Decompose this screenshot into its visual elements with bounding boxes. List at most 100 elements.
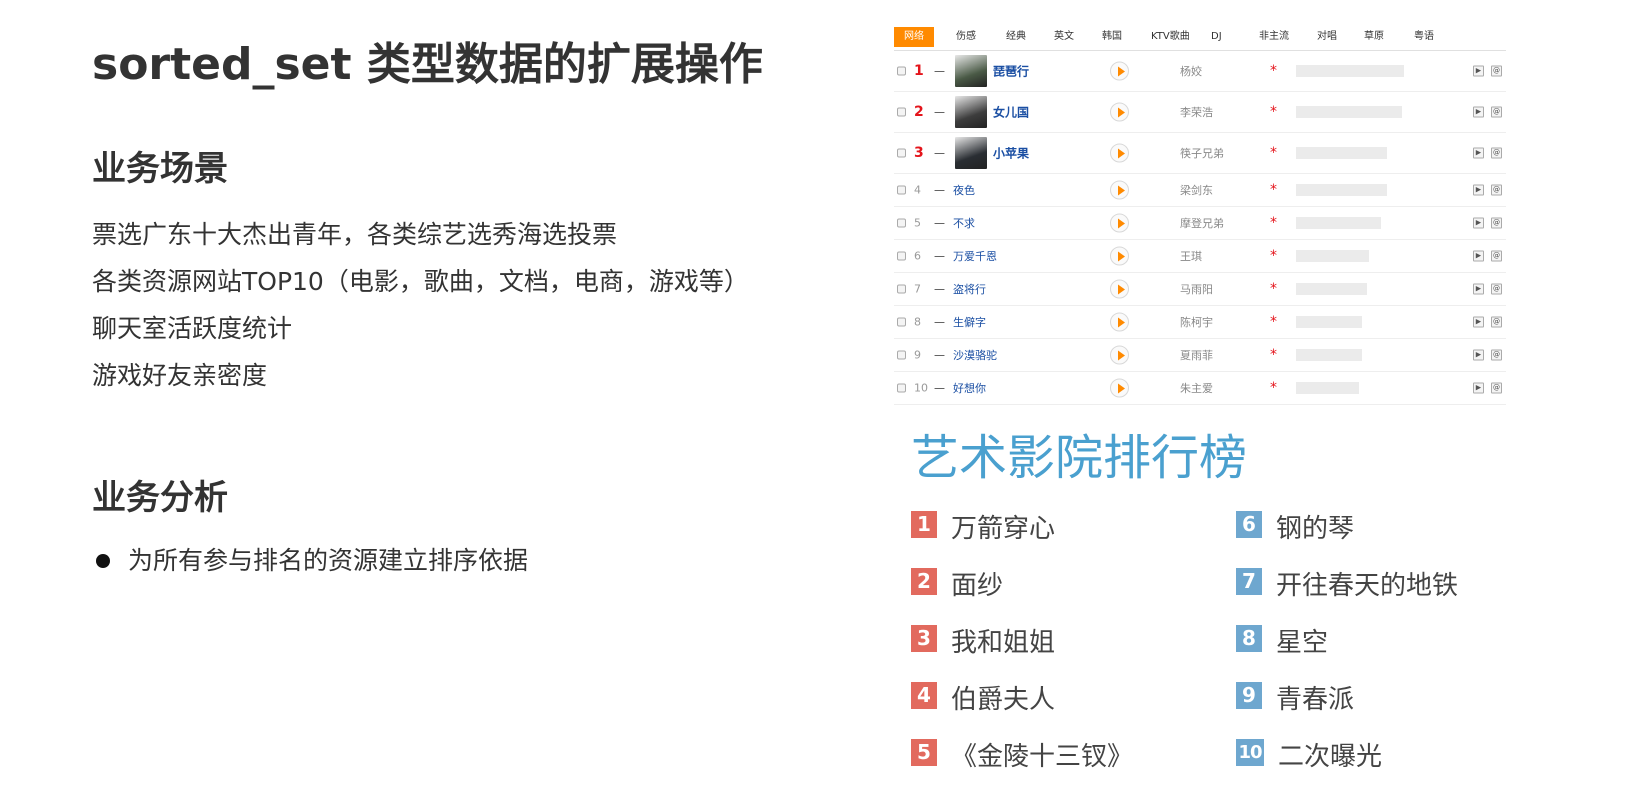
add-icon[interactable]: @ [1491,147,1502,159]
checkbox[interactable] [897,317,906,327]
rank-badge: 1 [911,511,937,538]
play-small-icon[interactable]: ▶ [1473,147,1484,159]
star-icon: * [1270,314,1277,330]
movie-title: 面纱 [951,571,1004,601]
song-link[interactable]: 小苹果 [993,145,1029,162]
rank-badge: 3 [911,625,937,652]
add-icon[interactable]: @ [1491,316,1502,328]
play-icon[interactable] [1110,246,1129,266]
play-icon[interactable] [1110,213,1129,233]
add-icon[interactable]: @ [1491,250,1502,262]
checkbox[interactable] [897,251,906,261]
album-thumbnail[interactable] [955,55,987,87]
play-small-icon[interactable]: ▶ [1473,316,1484,328]
play-icon[interactable] [1110,279,1129,299]
album-thumbnail[interactable] [955,137,987,169]
table-row: 3 — 小苹果 筷子兄弟 * ▶ @ [894,133,1506,174]
add-icon[interactable]: @ [1491,382,1502,394]
rank-number: 6 [914,249,921,263]
song-link[interactable]: 不求 [953,215,975,231]
play-icon[interactable] [1110,378,1129,398]
trend-icon: — [934,315,945,329]
tab-4[interactable]: 韩国 [1102,27,1122,47]
checkbox[interactable] [897,284,906,294]
popularity-bar [1296,316,1362,328]
tab-5[interactable]: KTV歌曲 [1151,27,1190,47]
play-icon[interactable] [1110,143,1129,163]
tab-0[interactable]: 网络 [894,27,934,47]
song-link[interactable]: 琵琶行 [993,63,1029,80]
rank-badge: 6 [1236,511,1262,538]
add-icon[interactable]: @ [1491,106,1502,118]
tab-9[interactable]: 草原 [1364,27,1384,47]
checkbox[interactable] [897,383,906,393]
analysis-item: 为所有参与排名的资源建立排序依据 [92,542,528,580]
popularity-bar [1296,217,1381,229]
play-small-icon[interactable]: ▶ [1473,349,1484,361]
tab-2[interactable]: 经典 [1006,27,1026,47]
play-small-icon[interactable]: ▶ [1473,65,1484,77]
page-title: sorted_set 类型数据的扩展操作 [92,39,763,90]
play-icon[interactable] [1110,102,1129,122]
checkbox[interactable] [897,350,906,360]
checkbox[interactable] [897,148,906,158]
analysis-item-text: 为所有参与排名的资源建立排序依据 [128,546,529,575]
rank-number: 4 [914,183,921,197]
popularity-bar [1296,184,1387,196]
star-icon: * [1270,63,1277,79]
play-icon[interactable] [1110,312,1129,332]
play-small-icon[interactable]: ▶ [1473,250,1484,262]
add-icon[interactable]: @ [1491,184,1502,196]
list-item: 4 伯爵夫人 [911,679,1133,736]
movie-title: 我和姐姐 [951,628,1056,658]
song-link[interactable]: 好想你 [953,380,986,396]
song-link[interactable]: 夜色 [953,182,975,198]
rank-badge: 5 [911,739,937,766]
checkbox[interactable] [897,107,906,117]
add-icon[interactable]: @ [1491,349,1502,361]
table-row: 8 — 生僻字 陈柯宇 * ▶ @ [894,306,1506,339]
rank-badge: 9 [1236,682,1262,709]
play-small-icon[interactable]: ▶ [1473,382,1484,394]
checkbox[interactable] [897,185,906,195]
tab-1[interactable]: 伤感 [956,27,976,47]
list-item: 7 开往春天的地铁 [1236,565,1458,622]
album-thumbnail[interactable] [955,96,987,128]
movie-title: 开往春天的地铁 [1276,571,1459,601]
song-link[interactable]: 盗将行 [953,281,986,297]
checkbox[interactable] [897,218,906,228]
song-link[interactable]: 女儿国 [993,104,1029,121]
cinema-list-left: 1 万箭穿心 2 面纱 3 我和姐姐 4 伯爵夫人 5 《金陵十三钗》 [911,508,1133,793]
movie-title: 《金陵十三钗》 [951,742,1134,772]
song-link[interactable]: 万爱千恩 [953,248,997,264]
add-icon[interactable]: @ [1491,283,1502,295]
rank-number: 3 [914,145,924,161]
list-item: 6 钢的琴 [1236,508,1458,565]
checkbox[interactable] [897,66,906,76]
list-item: 3 我和姐姐 [911,622,1133,679]
table-row: 10 — 好想你 朱主爱 * ▶ @ [894,372,1506,405]
add-icon[interactable]: @ [1491,217,1502,229]
play-icon[interactable] [1110,345,1129,365]
play-small-icon[interactable]: ▶ [1473,283,1484,295]
play-icon[interactable] [1110,180,1129,200]
trend-icon: — [934,64,945,78]
song-link[interactable]: 沙漠骆驼 [953,347,997,363]
music-tabs: 网络 伤感 经典 英文 韩国 KTV歌曲 DJ 非主流 对唱 草原 粤语 [894,24,1506,51]
tab-6[interactable]: DJ [1211,27,1222,47]
scene-item: 聊天室活跃度统计 [92,314,293,343]
song-link[interactable]: 生僻字 [953,314,986,330]
play-small-icon[interactable]: ▶ [1473,106,1484,118]
add-icon[interactable]: @ [1491,65,1502,77]
tab-7[interactable]: 非主流 [1259,27,1289,47]
trend-icon: — [934,381,945,395]
play-small-icon[interactable]: ▶ [1473,217,1484,229]
play-icon[interactable] [1110,61,1129,81]
tab-10[interactable]: 粤语 [1414,27,1434,47]
table-row: 6 — 万爱千恩 王琪 * ▶ @ [894,240,1506,273]
popularity-bar [1296,106,1402,118]
tab-8[interactable]: 对唱 [1317,27,1337,47]
play-small-icon[interactable]: ▶ [1473,184,1484,196]
tab-3[interactable]: 英文 [1054,27,1074,47]
movie-title: 伯爵夫人 [951,685,1056,715]
